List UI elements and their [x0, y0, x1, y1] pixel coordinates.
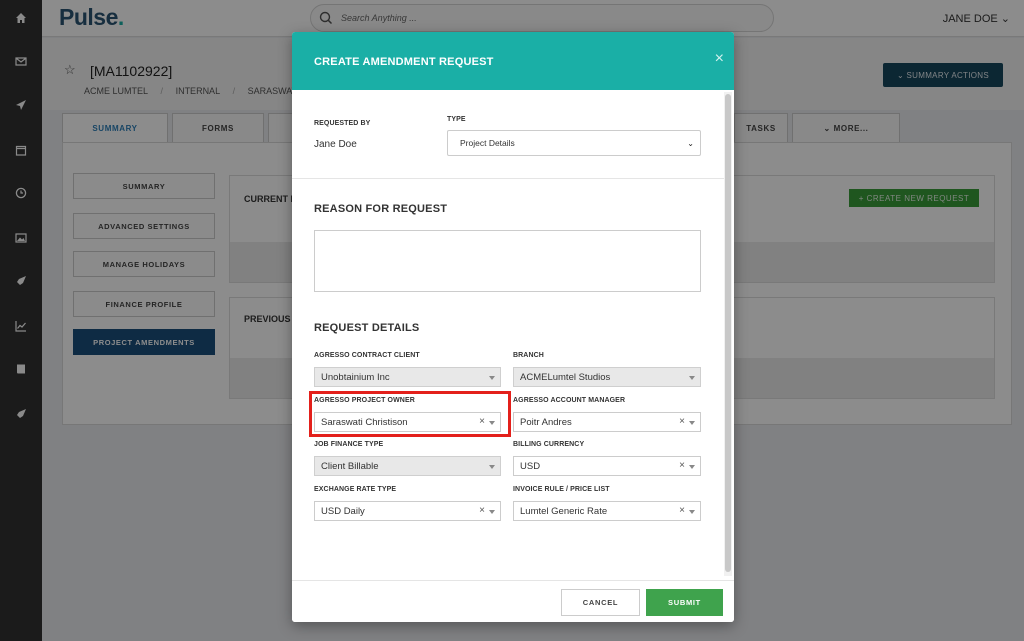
branch-select[interactable]: ACMELumtel Studios [513, 367, 701, 387]
modal-scrollbar[interactable] [724, 92, 732, 576]
contract-client-value: Unobtainium Inc [321, 372, 390, 383]
rocket-icon[interactable] [11, 404, 31, 424]
requested-by-label: REQUESTED BY [314, 120, 371, 127]
contract-client-select[interactable]: Unobtainium Inc [314, 367, 501, 387]
chevron-down-icon: ⌄ [687, 139, 694, 148]
rocket-icon[interactable] [11, 271, 31, 291]
chart-icon[interactable] [11, 316, 31, 336]
account-manager-select[interactable]: Poitr Andres × [513, 412, 701, 432]
scroll-thumb[interactable] [725, 94, 731, 572]
type-label: TYPE [447, 116, 466, 123]
clock-icon[interactable] [11, 183, 31, 203]
left-sidebar [0, 0, 42, 641]
close-icon[interactable]: × [715, 50, 724, 68]
clear-icon[interactable]: × [679, 416, 685, 427]
caret-down-icon [489, 465, 495, 469]
job-finance-type-select[interactable]: Client Billable [314, 456, 501, 476]
home-icon[interactable] [11, 8, 31, 28]
exchange-rate-type-label: EXCHANGE RATE TYPE [314, 486, 397, 493]
billing-currency-value: USD [520, 461, 541, 472]
exchange-rate-type-select[interactable]: USD Daily × [314, 501, 501, 521]
branch-label: BRANCH [513, 352, 544, 359]
caret-down-icon [689, 465, 695, 469]
mail-icon[interactable] [11, 51, 31, 71]
billing-currency-label: BILLING CURRENCY [513, 441, 585, 448]
details-section-title: REQUEST DETAILS [314, 322, 420, 334]
clear-icon[interactable]: × [679, 460, 685, 471]
contract-client-label: AGRESSO CONTRACT CLIENT [314, 352, 420, 359]
highlight-box [309, 391, 511, 437]
invoice-rule-select[interactable]: Lumtel Generic Rate × [513, 501, 701, 521]
caret-down-icon [689, 376, 695, 380]
book-icon[interactable] [11, 359, 31, 379]
account-manager-label: AGRESSO ACCOUNT MANAGER [513, 397, 626, 404]
modal-footer: CANCEL SUBMIT [292, 580, 734, 622]
image-icon[interactable] [11, 228, 31, 248]
create-amendment-modal: CREATE AMENDMENT REQUEST × REQUESTED BY … [292, 32, 734, 622]
job-finance-type-label: JOB FINANCE TYPE [314, 441, 384, 448]
clear-icon[interactable]: × [679, 505, 685, 516]
send-icon[interactable] [11, 95, 31, 115]
job-finance-type-value: Client Billable [321, 461, 379, 472]
branch-value: ACMELumtel Studios [520, 372, 611, 383]
reason-section-title: REASON FOR REQUEST [314, 203, 448, 215]
invoice-rule-value: Lumtel Generic Rate [520, 506, 608, 517]
submit-button[interactable]: SUBMIT [646, 589, 723, 616]
invoice-rule-label: INVOICE RULE / PRICE LIST [513, 486, 610, 493]
type-select-value: Project Details [460, 138, 515, 148]
billing-currency-select[interactable]: USD × [513, 456, 701, 476]
modal-title: CREATE AMENDMENT REQUEST [314, 56, 494, 68]
clear-icon[interactable]: × [479, 505, 485, 516]
account-manager-value: Poitr Andres [520, 417, 572, 428]
reason-textarea[interactable] [314, 230, 701, 292]
modal-header: CREATE AMENDMENT REQUEST × [292, 32, 734, 90]
cancel-button[interactable]: CANCEL [561, 589, 640, 616]
exchange-rate-type-value: USD Daily [321, 506, 365, 517]
type-select[interactable]: Project Details ⌄ [447, 130, 701, 156]
divider [292, 178, 724, 179]
requested-by-value: Jane Doe [314, 139, 357, 150]
caret-down-icon [689, 510, 695, 514]
caret-down-icon [489, 376, 495, 380]
caret-down-icon [489, 510, 495, 514]
caret-down-icon [689, 421, 695, 425]
calendar-icon[interactable] [11, 140, 31, 160]
